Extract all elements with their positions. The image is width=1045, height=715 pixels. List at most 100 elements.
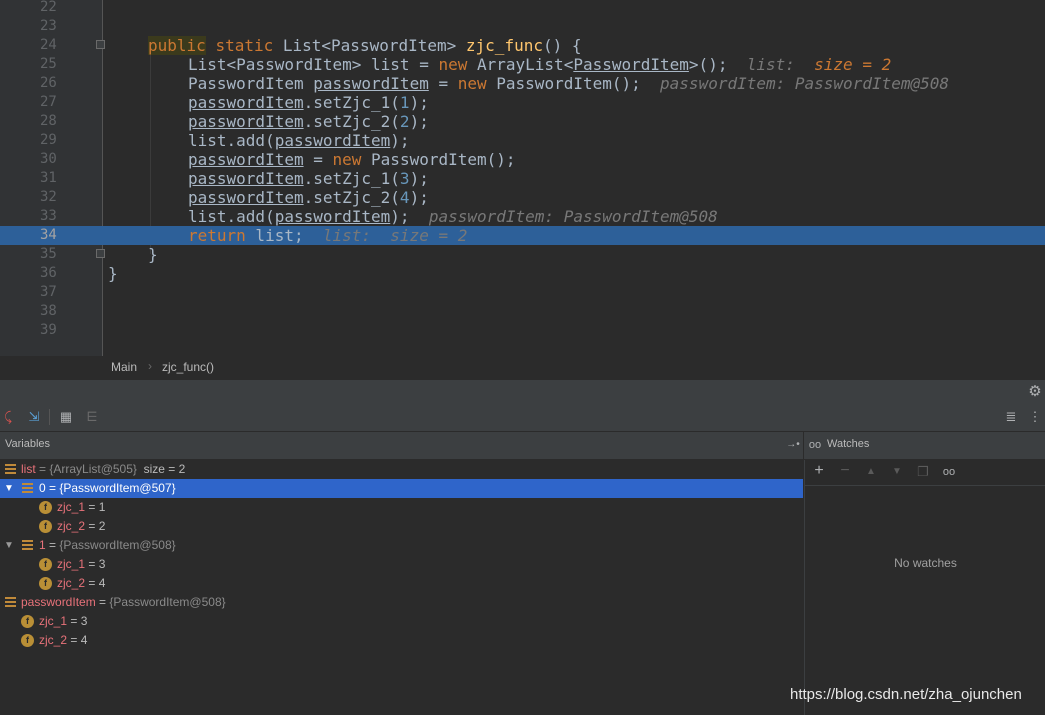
variable-row[interactable]: f zjc_2 = 4 [0, 574, 803, 593]
code-line: 27 passwordItem.setZjc_1(1); [0, 93, 1045, 112]
remove-icon[interactable]: − [837, 463, 853, 479]
watches-title: Watches [827, 438, 870, 450]
line-number: 38 [40, 303, 57, 319]
watermark: https://blog.csdn.net/zha_ojunchen [790, 686, 1022, 703]
empty-watches-text: No watches [894, 556, 957, 570]
variable-row[interactable]: f zjc_2 = 4 [0, 631, 803, 650]
code-line: 33 list.add(passwordItem); passwordItem:… [0, 207, 1045, 226]
watches-panel[interactable]: + − ▲ ▼ ❐ oo No watches [804, 460, 1045, 715]
fold-marker-icon[interactable] [96, 40, 105, 49]
code-line: 22 [0, 0, 1045, 17]
field-icon: f [21, 615, 34, 628]
columns-view-icon[interactable]: ⋮ [1027, 409, 1043, 425]
line-number: 22 [40, 0, 57, 15]
variable-row[interactable]: ▼ 0 = {PasswordItem@507} [0, 479, 803, 498]
code-line: 31 passwordItem.setZjc_1(3); [0, 169, 1045, 188]
breadcrumb-separator-icon: › [148, 359, 152, 373]
inline-debug-hint: list: [746, 55, 795, 74]
expand-arrow-icon[interactable]: ▼ [4, 536, 14, 555]
variables-header: Variables →• [0, 432, 803, 460]
list-icon [22, 483, 33, 494]
code-editor[interactable]: 22 23 24 public static List<PasswordItem… [0, 0, 1045, 356]
step-into-icon[interactable]: ⇲ [26, 409, 42, 425]
list-icon [5, 597, 16, 608]
code-text: passwordItem.setZjc_1(1); [188, 93, 429, 112]
move-down-icon[interactable]: ▼ [889, 464, 905, 480]
add-icon[interactable]: + [811, 463, 827, 479]
breadcrumb-method[interactable]: zjc_func() [162, 360, 214, 374]
line-number: 37 [40, 284, 57, 300]
current-execution-line: 34 return list; list: size = 2 [0, 226, 1045, 245]
field-icon: f [39, 558, 52, 571]
glasses-icon[interactable]: oo [939, 464, 959, 480]
line-number: 23 [40, 18, 57, 34]
code-line: 26 PasswordItem passwordItem = new Passw… [0, 74, 1045, 93]
line-number: 31 [40, 170, 57, 186]
line-number: 27 [40, 94, 57, 110]
code-text: list.add(passwordItem); [188, 131, 410, 150]
line-number: 29 [40, 132, 57, 148]
code-line: 37 [0, 283, 1045, 302]
variables-tree[interactable]: list = {ArrayList@505} size = 2 ▼ 0 = {P… [0, 460, 803, 715]
line-number: 35 [40, 246, 57, 262]
variable-row[interactable]: f zjc_1 = 3 [0, 612, 803, 631]
code-text: List<PasswordItem> list = new ArrayList<… [188, 55, 892, 74]
variable-row[interactable]: f zjc_2 = 2 [0, 517, 803, 536]
inline-debug-value: size = 2 [814, 55, 892, 74]
line-number: 30 [40, 151, 57, 167]
code-text: return list; list: size = 2 [188, 226, 468, 245]
breadcrumb-class[interactable]: Main [111, 360, 137, 374]
inline-debug-hint: passwordItem: PasswordItem@508 [660, 74, 950, 93]
line-number: 28 [40, 113, 57, 129]
debug-toolbar: ⤹ ⇲ ▦ ⋿ ≣ ⋮ [0, 404, 1045, 432]
code-line: 35 } [0, 245, 1045, 264]
breadcrumb: Main › zjc_func() [0, 356, 1045, 381]
move-to-watches-icon[interactable]: →• [785, 437, 801, 453]
move-up-icon[interactable]: ▲ [863, 464, 879, 480]
code-text: passwordItem.setZjc_2(4); [188, 188, 429, 207]
field-icon: f [39, 577, 52, 590]
code-text: PasswordItem passwordItem = new Password… [188, 74, 950, 93]
variable-row[interactable]: passwordItem = {PasswordItem@508} [0, 593, 803, 612]
gear-icon[interactable]: ⚙ [1027, 384, 1043, 400]
expand-arrow-icon[interactable]: ▼ [4, 479, 14, 498]
line-number: 36 [40, 265, 57, 281]
inline-debug-value: size = 2 [390, 226, 468, 245]
debug-title-bar: ⚙ [0, 380, 1045, 405]
line-number: 25 [40, 56, 57, 72]
fold-marker-icon[interactable] [96, 249, 105, 258]
line-number: 33 [40, 208, 57, 224]
variable-row[interactable]: f zjc_1 = 3 [0, 555, 803, 574]
inline-debug-hint: list: [322, 226, 372, 245]
field-icon: f [39, 520, 52, 533]
copy-icon[interactable]: ❐ [915, 464, 931, 480]
code-line: 30 passwordItem = new PasswordItem(); [0, 150, 1045, 169]
list-view-icon[interactable]: ≣ [1003, 409, 1019, 425]
layout-icon[interactable]: ⋿ [84, 409, 100, 425]
line-number: 26 [40, 75, 57, 91]
code-line: 29 list.add(passwordItem); [0, 131, 1045, 150]
code-text: passwordItem = new PasswordItem(); [188, 150, 516, 169]
code-line: 32 passwordItem.setZjc_2(4); [0, 188, 1045, 207]
variable-row[interactable]: f zjc_1 = 1 [0, 498, 803, 517]
code-text: } [148, 245, 158, 264]
toolbar-divider [49, 409, 50, 425]
variables-title: Variables [5, 438, 51, 450]
code-line: 24 public static List<PasswordItem> zjc_… [0, 36, 1045, 55]
code-line: 25 List<PasswordItem> list = new ArrayLi… [0, 55, 1045, 74]
variable-row[interactable]: list = {ArrayList@505} size = 2 [0, 460, 803, 479]
line-number: 32 [40, 189, 57, 205]
field-icon: f [39, 501, 52, 514]
restore-layout-icon[interactable]: ⤹ [0, 409, 16, 425]
line-number: 34 [40, 227, 57, 243]
variable-row[interactable]: ▼ 1 = {PasswordItem@508} [0, 536, 803, 555]
code-line: 39 [0, 321, 1045, 340]
code-text: public static List<PasswordItem> zjc_fun… [148, 36, 582, 55]
code-line: 36 } [0, 264, 1045, 283]
code-text: list.add(passwordItem); passwordItem: Pa… [188, 207, 718, 226]
code-text: passwordItem.setZjc_1(3); [188, 169, 429, 188]
code-line: 28 passwordItem.setZjc_2(2); [0, 112, 1045, 131]
code-text: passwordItem.setZjc_2(2); [188, 112, 429, 131]
table-icon[interactable]: ▦ [58, 409, 74, 425]
list-icon [5, 464, 16, 475]
